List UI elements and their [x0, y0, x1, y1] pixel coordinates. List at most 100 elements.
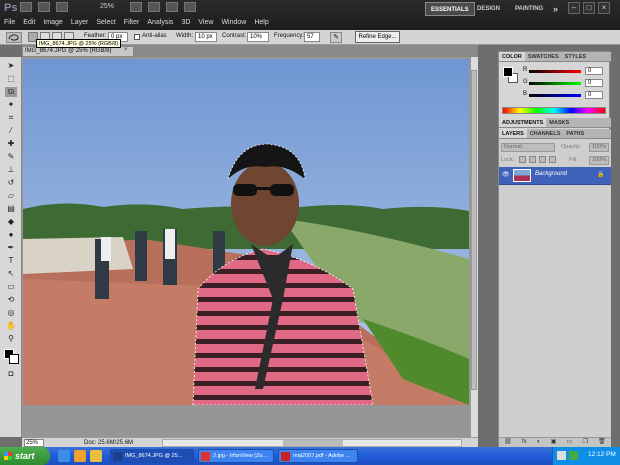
type-tool-icon[interactable]: T [5, 256, 17, 266]
taskbar-adobe-reader[interactable]: mat2007.pdf - Adobe ... [278, 449, 358, 463]
frequency-input[interactable]: 57 [304, 32, 320, 42]
arrange-documents-icon[interactable] [166, 2, 178, 12]
workspace-essentials-button[interactable]: ESSENTIALS [425, 2, 475, 16]
menu-image[interactable]: Image [39, 17, 66, 29]
menu-select[interactable]: Select [92, 17, 119, 29]
color-spectrum-bar[interactable] [502, 107, 606, 114]
pen-tool-icon[interactable]: ✒ [5, 243, 17, 253]
new-layer-icon[interactable]: ❐ [583, 438, 588, 447]
tab-paths[interactable]: PATHS [563, 129, 587, 138]
vertical-scroll-thumb[interactable] [471, 70, 477, 390]
g-value[interactable]: 0 [585, 79, 603, 87]
menu-3d[interactable]: 3D [177, 17, 194, 29]
tab-adjustments[interactable]: ADJUSTMENTS [499, 118, 547, 127]
taskbar-photoshop[interactable]: IMG_8674.JPG @ 25... [110, 449, 194, 463]
zoom-tool-icon[interactable] [148, 2, 160, 12]
opacity-input[interactable]: 100% [589, 143, 609, 152]
eye-icon[interactable]: 👁 [502, 171, 510, 178]
menu-help[interactable]: Help [250, 17, 272, 29]
shape-tool-icon[interactable]: ▭ [5, 282, 17, 292]
hand-tool-icon[interactable] [130, 2, 142, 12]
lasso-tool-icon[interactable]: ଊ [5, 87, 17, 97]
link-layers-icon[interactable]: ⛓ [504, 438, 512, 447]
workspace-design-button[interactable]: DESIGN [472, 2, 505, 16]
tab-masks[interactable]: MASKS [546, 118, 572, 127]
add-mask-icon[interactable]: ▣ [551, 438, 557, 447]
r-value[interactable]: 0 [585, 67, 603, 75]
tab-styles[interactable]: STYLES [562, 52, 589, 61]
zoom-level-dropdown[interactable]: 25% [100, 3, 114, 10]
restore-button[interactable]: □ [583, 2, 595, 14]
antialias-checkbox[interactable] [134, 34, 140, 40]
doc-size-info[interactable]: Doc: 25.6M/25.6M [84, 439, 133, 447]
width-input[interactable]: 10 px [195, 32, 217, 42]
menu-analysis[interactable]: Analysis [143, 17, 177, 29]
quicklaunch-media-icon[interactable] [74, 450, 86, 462]
layer-row-background[interactable]: 👁 Background 🔒 [499, 167, 611, 185]
menu-file[interactable]: File [0, 17, 19, 29]
mini-bridge-icon[interactable] [38, 2, 50, 12]
r-slider[interactable] [529, 70, 581, 73]
tablet-pressure-icon[interactable]: ✎ [330, 32, 342, 43]
g-slider[interactable] [529, 82, 581, 85]
eyedropper-tool-icon[interactable]: ⁄ [5, 126, 17, 136]
new-group-icon[interactable]: ▭ [567, 438, 573, 447]
quick-mask-icon[interactable]: ◘ [5, 369, 17, 379]
lock-transparent-icon[interactable] [519, 156, 526, 163]
hand-tool-icon-2[interactable]: ✋ [5, 321, 17, 331]
zoom-tool-icon-2[interactable]: ⚲ [5, 334, 17, 344]
menu-edit[interactable]: Edit [19, 17, 39, 29]
quick-selection-tool-icon[interactable]: ✦ [5, 100, 17, 110]
b-value[interactable]: 0 [585, 91, 603, 99]
view-extras-icon[interactable] [56, 2, 68, 12]
taskbar-irfanview[interactable]: 2.jpg - IrfanView (Zo... [198, 449, 274, 463]
3d-orbit-tool-icon[interactable]: ◎ [5, 308, 17, 318]
more-workspaces-button[interactable]: » [548, 2, 563, 16]
quicklaunch-ie-icon[interactable] [58, 450, 70, 462]
path-selection-tool-icon[interactable]: ↖ [5, 269, 17, 279]
history-brush-tool-icon[interactable]: ↺ [5, 178, 17, 188]
delete-layer-icon[interactable]: 🗑 [598, 438, 606, 447]
eraser-tool-icon[interactable]: ▱ [5, 191, 17, 201]
workspace-painting-button[interactable]: PAINTING [510, 2, 548, 16]
dodge-tool-icon[interactable]: ● [5, 230, 17, 240]
lock-image-icon[interactable] [529, 156, 536, 163]
blur-tool-icon[interactable]: ◆ [5, 217, 17, 227]
gradient-tool-icon[interactable]: ▤ [5, 204, 17, 214]
marquee-tool-icon[interactable]: ⬚ [5, 74, 17, 84]
horizontal-scroll-thumb[interactable] [283, 440, 343, 446]
tab-swatches[interactable]: SWATCHES [525, 52, 562, 61]
3d-rotate-tool-icon[interactable]: ⟲ [5, 295, 17, 305]
minimize-button[interactable]: – [568, 2, 580, 14]
tab-layers[interactable]: LAYERS [499, 129, 527, 138]
tool-preset-picker[interactable] [6, 32, 22, 43]
document-close-icon[interactable]: × [124, 47, 128, 53]
screen-mode-icon[interactable] [184, 2, 196, 12]
quicklaunch-explorer-icon[interactable] [90, 450, 102, 462]
tray-security-icon[interactable] [569, 451, 578, 460]
bridge-icon[interactable] [20, 2, 32, 12]
tab-channels[interactable]: CHANNELS [527, 129, 564, 138]
move-tool-icon[interactable]: ➤ [5, 61, 17, 71]
menu-view[interactable]: View [194, 17, 217, 29]
menu-window[interactable]: Window [217, 17, 250, 29]
foreground-color-chip[interactable] [503, 67, 513, 77]
menu-layer[interactable]: Layer [67, 17, 93, 29]
tray-network-icon[interactable] [557, 451, 566, 460]
healing-brush-tool-icon[interactable]: ✚ [5, 139, 17, 149]
tab-color[interactable]: COLOR [499, 52, 525, 61]
lock-all-icon[interactable] [549, 156, 556, 163]
lock-position-icon[interactable] [539, 156, 546, 163]
layer-style-icon[interactable]: fx [522, 438, 527, 447]
status-zoom-field[interactable]: 25% [24, 439, 44, 447]
blend-mode-dropdown[interactable]: Normal [501, 143, 555, 152]
brush-tool-icon[interactable]: ✎ [5, 152, 17, 162]
horizontal-scrollbar[interactable] [162, 439, 462, 447]
refine-edge-button[interactable]: Refine Edge... [355, 31, 400, 43]
crop-tool-icon[interactable]: ⌗ [5, 113, 17, 123]
close-button[interactable]: × [598, 2, 610, 14]
fill-input[interactable]: 100% [589, 156, 609, 165]
clone-stamp-tool-icon[interactable]: ⊥ [5, 165, 17, 175]
contrast-input[interactable]: 10% [247, 32, 269, 42]
b-slider[interactable] [529, 94, 581, 97]
